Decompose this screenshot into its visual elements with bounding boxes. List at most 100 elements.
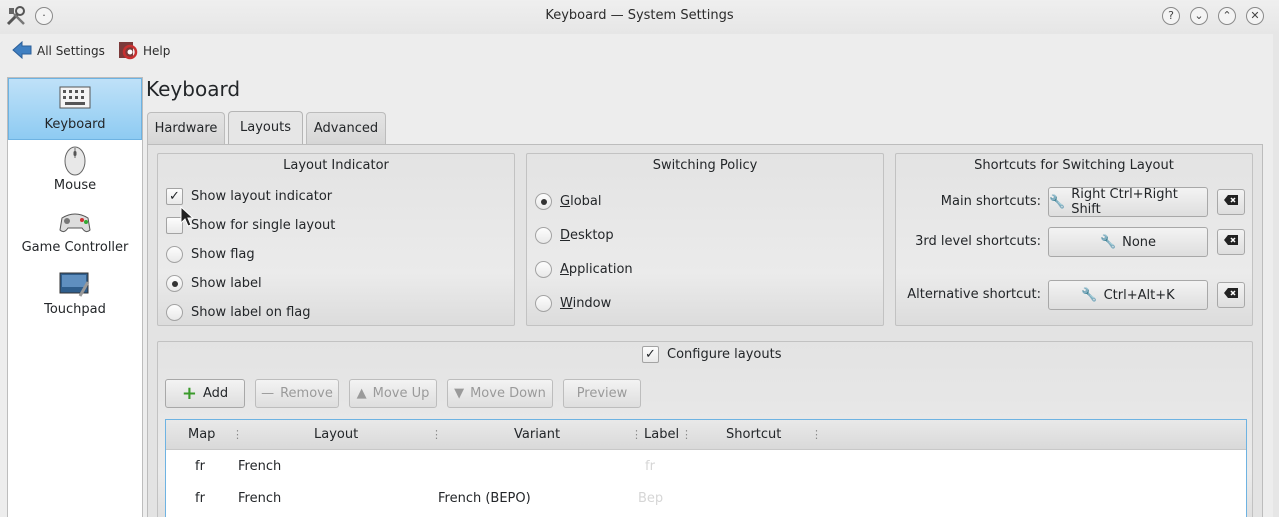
help-button[interactable]: Help: [118, 38, 170, 64]
column-separator[interactable]: ⋮: [431, 428, 442, 441]
game-controller-icon: [8, 208, 142, 238]
group-title: Shortcuts for Switching Layout: [974, 158, 1174, 173]
add-button[interactable]: + Add: [165, 379, 245, 408]
show-flag-option[interactable]: Show flag: [166, 246, 255, 263]
checkbox-checked[interactable]: ✓: [166, 188, 183, 205]
option-label: Application: [560, 262, 633, 277]
group-title: Switching Policy: [652, 158, 758, 173]
show-label-option[interactable]: Show label: [166, 275, 262, 292]
column-separator[interactable]: ⋮: [681, 428, 692, 441]
clear-backspace-icon: [1223, 194, 1239, 210]
sidebar-item-touchpad[interactable]: Touchpad: [8, 264, 142, 326]
show-indicator-option[interactable]: ✓ Show layout indicator: [166, 188, 332, 205]
all-settings-button[interactable]: All Settings: [12, 38, 105, 64]
preview-button[interactable]: Preview: [563, 379, 641, 408]
cell-variant: French (BEPO): [438, 491, 531, 506]
close-button[interactable]: ✕: [1246, 7, 1264, 25]
column-header-variant[interactable]: Variant: [514, 427, 560, 442]
radio-selected[interactable]: [166, 275, 183, 292]
plus-icon: +: [181, 382, 197, 404]
alternative-shortcut-button[interactable]: 🔧 Ctrl+Alt+K: [1048, 280, 1208, 310]
tab-advanced[interactable]: Advanced: [306, 112, 386, 144]
button-label: None: [1122, 234, 1157, 250]
touchpad-icon: [8, 270, 142, 300]
column-separator[interactable]: ⋮: [631, 428, 642, 441]
radio-unselected[interactable]: [535, 261, 552, 278]
clear-backspace-icon: [1223, 234, 1239, 250]
cell-map: fr: [195, 459, 205, 474]
clear-third-shortcut-button[interactable]: [1217, 229, 1245, 255]
help-icon: [118, 40, 138, 63]
option-label: Show for single layout: [191, 218, 336, 233]
all-settings-label: All Settings: [37, 44, 105, 58]
option-label: Show label: [191, 276, 262, 291]
move-up-button[interactable]: ▲ Move Up: [349, 379, 437, 408]
policy-window-option[interactable]: Window: [535, 295, 611, 312]
radio-unselected[interactable]: [166, 304, 183, 321]
sidebar-item-label: Mouse: [53, 178, 97, 193]
policy-desktop-option[interactable]: Desktop: [535, 227, 614, 244]
policy-global-option[interactable]: Global: [535, 193, 601, 210]
back-arrow-icon: [12, 40, 32, 62]
button-label: Remove: [280, 386, 333, 401]
mouse-icon: [8, 146, 142, 176]
option-label: Configure layouts: [667, 347, 782, 362]
column-header-layout[interactable]: Layout: [314, 427, 358, 442]
radio-unselected[interactable]: [535, 295, 552, 312]
radio-unselected[interactable]: [535, 227, 552, 244]
layouts-table[interactable]: Map ⋮ Layout ⋮ Variant ⋮ Label ⋮ Shortcu…: [165, 419, 1247, 517]
policy-application-option[interactable]: Application: [535, 261, 633, 278]
page-title: Keyboard: [146, 77, 241, 101]
cell-map: fr: [195, 491, 205, 506]
group-title: Layout Indicator: [283, 158, 389, 173]
cell-layout: French: [238, 459, 282, 474]
button-label: Move Up: [372, 386, 430, 401]
main-shortcuts-label: Main shortcuts:: [940, 194, 1041, 209]
radio-selected[interactable]: [535, 193, 552, 210]
radio-unselected[interactable]: [166, 246, 183, 263]
keyboard-icon: [9, 85, 141, 115]
maximize-button[interactable]: ⌃: [1218, 7, 1236, 25]
option-label: Show flag: [191, 247, 255, 262]
alternative-shortcut-label: Alternative shortcut:: [907, 287, 1041, 302]
minimize-button[interactable]: ⌄: [1190, 7, 1208, 25]
sidebar-item-keyboard[interactable]: Keyboard: [8, 78, 142, 140]
button-label: Move Down: [470, 386, 546, 401]
third-level-shortcut-button[interactable]: 🔧 None: [1048, 227, 1208, 257]
move-down-button[interactable]: ▼ Move Down: [447, 379, 553, 408]
checkbox-checked[interactable]: ✓: [642, 346, 659, 363]
column-header-map[interactable]: Map: [188, 427, 215, 442]
wrench-icon: 🔧: [1049, 194, 1066, 210]
option-label: Global: [560, 194, 602, 209]
window-edge: [1273, 34, 1279, 517]
sidebar-item-game-controller[interactable]: Game Controller: [8, 202, 142, 264]
help-window-button[interactable]: ?: [1162, 7, 1180, 25]
cell-layout: French: [238, 491, 282, 506]
clear-main-shortcut-button[interactable]: [1217, 189, 1245, 215]
clear-alt-shortcut-button[interactable]: [1217, 282, 1245, 308]
shortcuts-group: Shortcuts for Switching Layout Main shor…: [895, 153, 1253, 326]
cell-label[interactable]: fr: [645, 459, 655, 474]
mouse-cursor-icon: [180, 205, 195, 232]
tab-hardware[interactable]: Hardware: [147, 112, 225, 144]
sidebar-item-mouse[interactable]: Mouse: [8, 140, 142, 202]
button-label: Ctrl+Alt+K: [1103, 287, 1175, 303]
configure-layouts-option[interactable]: ✓ Configure layouts: [642, 346, 781, 363]
table-row[interactable]: fr French French (BEPO) Bep: [166, 483, 1246, 515]
main-shortcut-button[interactable]: 🔧 Right Ctrl+Right Shift: [1048, 187, 1208, 217]
wrench-icon: 🔧: [1081, 287, 1098, 303]
button-label: Preview: [576, 386, 628, 401]
cell-label[interactable]: Bep: [638, 491, 663, 506]
switching-policy-group: Switching Policy Global Desktop Applicat…: [526, 153, 884, 326]
remove-button[interactable]: — Remove: [255, 379, 339, 408]
column-header-shortcut[interactable]: Shortcut: [726, 427, 781, 442]
sidebar-item-label: Touchpad: [44, 302, 106, 317]
show-label-on-flag-option[interactable]: Show label on flag: [166, 304, 311, 321]
table-row[interactable]: fr French fr: [166, 451, 1246, 483]
column-separator[interactable]: ⋮: [232, 428, 243, 441]
column-header-label[interactable]: Label: [644, 427, 679, 442]
layout-indicator-group: Layout Indicator ✓ Show layout indicator…: [157, 153, 515, 326]
column-separator[interactable]: ⋮: [811, 428, 822, 441]
clear-backspace-icon: [1223, 287, 1239, 303]
tab-layouts[interactable]: Layouts: [228, 111, 303, 145]
